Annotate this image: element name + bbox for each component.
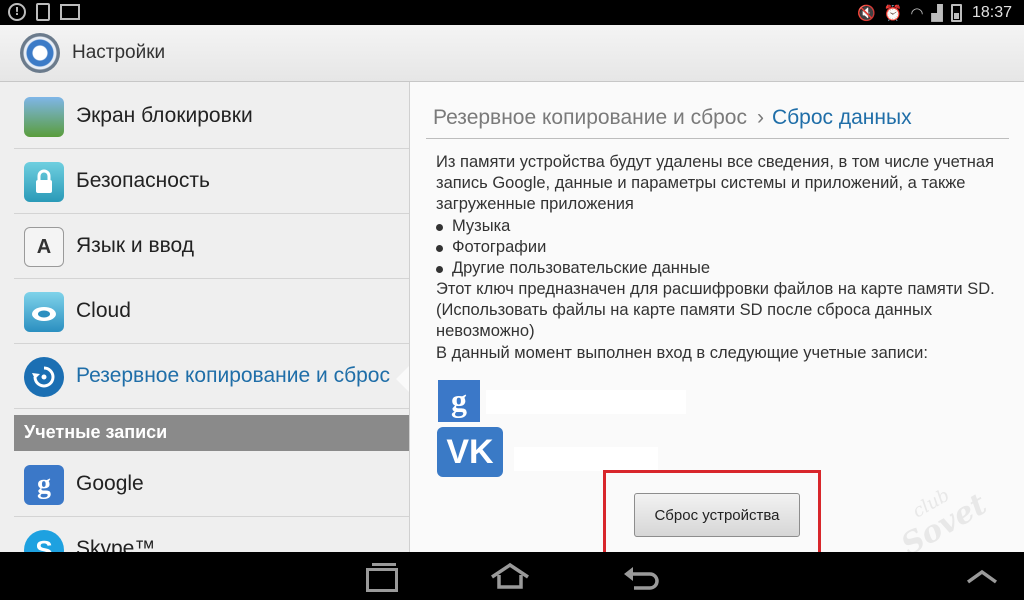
redacted-account-name [514, 447, 658, 471]
navigation-bar [0, 552, 1024, 600]
app-title: Настройки [72, 42, 166, 63]
google-icon: g [24, 465, 64, 505]
menu-item-label: Язык и ввод [76, 234, 195, 257]
lock-screen-icon [24, 97, 64, 137]
data-list: Музыка Фотографии Другие пользовательски… [436, 216, 996, 279]
menu-item-lock-screen[interactable]: Экран блокировки [14, 84, 409, 149]
google-account-icon: g [438, 380, 480, 422]
breadcrumb: Резервное копирование и сброс › Сброс данн… [433, 106, 912, 130]
menu-item-backup-reset[interactable]: Резервное копирование и сброс [14, 344, 409, 409]
menu-item-label: Skype™ [76, 537, 156, 552]
accounts-section-header: Учетные записи [14, 415, 409, 451]
selection-pointer [396, 365, 409, 393]
keyboard-a-icon: A [24, 227, 64, 267]
gallery-icon [60, 4, 80, 20]
backup-restore-icon [24, 357, 64, 397]
up-arrow-icon[interactable] [960, 560, 1004, 592]
action-bar: Настройки [0, 25, 1024, 82]
list-item: Фотографии [436, 237, 996, 258]
menu-item-label: Экран блокировки [76, 104, 253, 127]
redacted-account-name [486, 390, 686, 414]
cloud-icon [24, 292, 64, 332]
intro-text: Из памяти устройства будут удалены все с… [436, 153, 995, 213]
battery-icon [950, 3, 962, 22]
signal-icon: ▟ [931, 3, 943, 22]
menu-item-google[interactable]: g Google [14, 452, 409, 517]
breadcrumb-divider [426, 138, 1009, 139]
menu-item-security[interactable]: Безопасность [14, 149, 409, 214]
section-header-label: Учетные записи [24, 422, 168, 442]
reset-description: Из памяти устройства будут удалены все с… [436, 152, 996, 365]
breadcrumb-separator: › [756, 106, 764, 129]
list-item: Другие пользовательские данные [436, 258, 996, 279]
recent-apps-icon[interactable] [358, 560, 402, 592]
settings-menu: Экран блокировки Безопасность A Язык и в… [0, 82, 410, 552]
breadcrumb-parent[interactable]: Резервное копирование и сброс [433, 106, 747, 129]
menu-item-cloud[interactable]: Cloud [14, 279, 409, 344]
system-icons: 🔇 ⏰ ◠ ▟ 18:37 [857, 2, 1012, 23]
alarm-icon: ⏰ [883, 3, 903, 22]
mute-icon: 🔇 [856, 3, 876, 22]
padlock-icon [24, 162, 64, 202]
notification-icons: ! [8, 3, 80, 21]
wifi-icon: ◠ [910, 3, 924, 22]
menu-item-label: Резервное копирование и сброс [76, 364, 390, 387]
vk-account-icon: VK [437, 427, 503, 477]
home-icon[interactable] [488, 560, 532, 592]
alert-icon: ! [8, 3, 26, 21]
settings-icon[interactable] [20, 33, 60, 73]
menu-item-language[interactable]: A Язык и ввод [14, 214, 409, 279]
menu-item-label: Google [76, 472, 144, 495]
highlight-frame [603, 470, 821, 563]
menu-item-label: Безопасность [76, 169, 210, 192]
menu-item-skype[interactable]: S Skype™ [14, 517, 409, 552]
sim-icon [36, 3, 50, 21]
sd-note: Этот ключ предназначен для расшифровки ф… [436, 280, 995, 340]
status-bar: ! 🔇 ⏰ ◠ ▟ 18:37 [0, 0, 1024, 25]
back-icon[interactable] [620, 560, 664, 592]
menu-item-label: Cloud [76, 299, 131, 322]
clock: 18:37 [971, 3, 1012, 21]
skype-icon: S [24, 530, 64, 552]
list-item: Музыка [436, 216, 996, 237]
breadcrumb-current: Сброс данных [771, 106, 912, 129]
accounts-note: В данный момент выполнен вход в следующи… [436, 344, 928, 362]
